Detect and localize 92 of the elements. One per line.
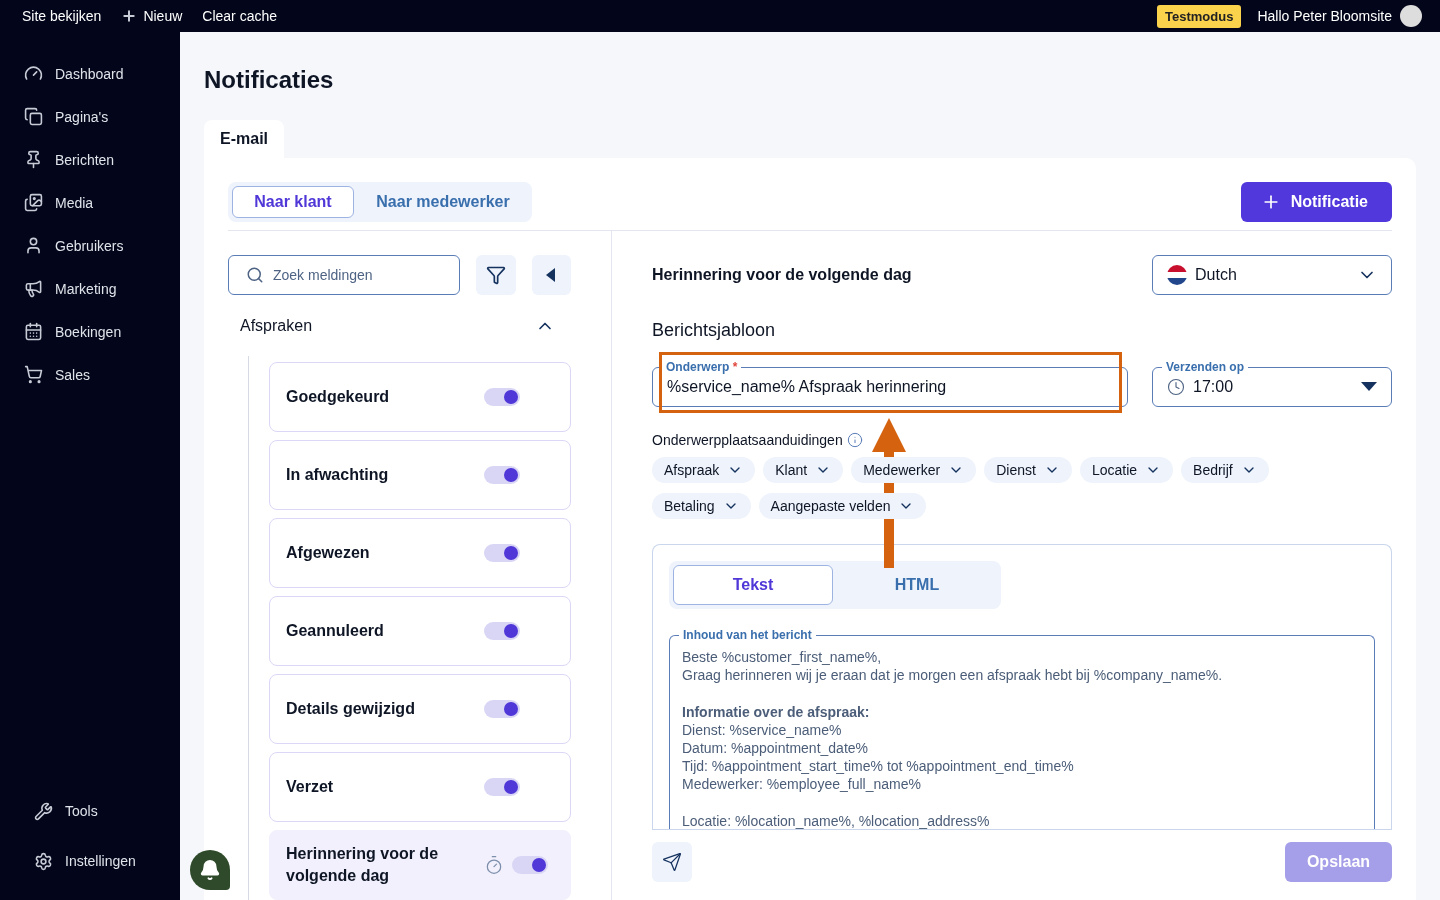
wrench-icon (34, 801, 53, 821)
recipient-tab[interactable]: Naar medewerker (358, 186, 528, 218)
notification-bell-button[interactable] (190, 850, 230, 890)
notification-item[interactable]: In afwachting (269, 440, 571, 510)
toggle-switch[interactable] (484, 700, 520, 718)
field-label: Onderwerp * (662, 360, 742, 374)
placeholder-dropdown[interactable]: Bedrijf (1181, 457, 1269, 483)
bell-icon (199, 859, 221, 881)
section-heading: Berichtsjabloon (652, 320, 777, 341)
notification-title: Herinnering voor de volgende dag (652, 266, 912, 284)
user-greeting[interactable]: Hallo Peter Bloomsite (1257, 8, 1392, 24)
topbar-link[interactable]: Clear cache (202, 8, 277, 24)
caret-left-icon (546, 268, 557, 282)
email-tab[interactable]: E-mail (204, 120, 284, 158)
notification-name: Goedgekeurd (286, 387, 391, 407)
notification-item[interactable]: Afgewezen (269, 518, 571, 588)
notification-name: In afwachting (286, 465, 390, 485)
body-text-line: Dienst: %service_name% (682, 720, 843, 739)
caret-down-icon (1361, 382, 1377, 392)
format-tab[interactable]: Tekst (673, 565, 833, 605)
toggle-switch[interactable] (484, 544, 520, 562)
placeholder-dropdown[interactable]: Aangepaste velden (758, 493, 927, 519)
toggle-switch[interactable] (484, 778, 520, 796)
notification-name: Geannuleerd (286, 621, 385, 641)
notification-name: Verzet (286, 777, 335, 797)
sidebar-item[interactable]: Tools (0, 786, 180, 836)
body-text-line: Beste %customer_first_name%, (682, 648, 883, 667)
notification-item[interactable]: Goedgekeurd (269, 362, 571, 432)
sidebar-item[interactable]: Marketing (0, 267, 180, 310)
toggle-switch[interactable] (484, 466, 520, 484)
body-text-line: Graag herinneren wij je eraan dat je morgen een afspraak hebt bij %company_name%. (682, 666, 1224, 685)
topbar-link[interactable]: Site bekijken (22, 8, 102, 24)
filter-button[interactable] (476, 255, 516, 295)
toggle-switch[interactable] (484, 388, 520, 406)
add-notification-button[interactable]: Notificatie (1240, 182, 1392, 222)
sidebar-item[interactable]: Sales (0, 353, 180, 396)
gauge-icon (24, 64, 43, 83)
sidebar-item[interactable]: Gebruikers (0, 224, 180, 267)
body-text-line: Informatie over de afspraak: (682, 702, 871, 721)
sidebar-item[interactable]: Boekingen (0, 310, 180, 353)
placeholder-dropdown[interactable]: Dienst (984, 457, 1072, 483)
language-select[interactable]: Dutch (1152, 255, 1392, 295)
field-label: Verzenden op (1162, 360, 1249, 374)
placeholder-dropdown[interactable]: Afspraak (652, 457, 756, 483)
pages-icon (24, 107, 43, 126)
send-test-button[interactable] (652, 842, 692, 882)
toggle-switch[interactable] (512, 856, 548, 874)
clock-icon (1167, 378, 1185, 396)
info-icon[interactable] (846, 432, 863, 448)
search-icon (246, 266, 264, 284)
toggle-switch[interactable] (484, 622, 520, 640)
page-title: Notificaties (204, 66, 335, 94)
flag-icon (1167, 265, 1187, 285)
user-icon (24, 236, 43, 255)
notification-item[interactable]: Details gewijzigd (269, 674, 571, 744)
test-mode-badge: Testmodus (1157, 4, 1242, 28)
body-text-line: Tijd: %appointment_start_time% tot %appointment_end_time% (682, 757, 1075, 776)
settings-icon (34, 851, 53, 871)
notification-item[interactable]: Verzet (269, 752, 571, 822)
recipient-tab[interactable]: Naar klant (232, 186, 354, 218)
body-text-line: Datum: %appointment_date% (682, 739, 869, 758)
sidebar-item[interactable]: Media (0, 181, 180, 224)
media-icon (24, 193, 43, 212)
sidebar-item[interactable]: Berichten (0, 138, 180, 181)
placeholder-dropdown[interactable]: Betaling (652, 493, 751, 519)
collapse-button[interactable] (531, 255, 571, 295)
notification-item[interactable]: Herinnering voor de volgende dag (269, 830, 571, 900)
search-field[interactable]: Zoek meldingen (228, 255, 460, 295)
notification-name: Herinnering voor de volgende dag (286, 844, 440, 886)
cart-icon (24, 365, 43, 384)
sidebar-item[interactable]: Pagina's (0, 95, 180, 138)
topbar-link[interactable]: Nieuw (121, 8, 183, 24)
body-text-line: Medewerker: %employee_full_name% (682, 775, 922, 794)
body-text-line: Locatie: %location_name%, %location_address% (682, 811, 991, 829)
avatar[interactable] (1400, 5, 1422, 27)
format-tab[interactable]: HTML (837, 565, 997, 605)
sidebar-item[interactable]: Instellingen (0, 836, 180, 886)
field-label: Inhoud van het bericht (679, 628, 816, 642)
sidebar-item[interactable]: Dashboard (0, 52, 180, 95)
filter-icon (485, 265, 506, 285)
placeholder-dropdown[interactable]: Klant (763, 457, 844, 483)
notification-name: Details gewijzigd (286, 699, 416, 719)
notification-name: Afgewezen (286, 543, 371, 563)
send-icon (662, 852, 682, 872)
pin-icon (24, 150, 43, 169)
placeholders-label: Onderwerpplaatsaanduidingen (652, 432, 843, 448)
group-header[interactable]: Afspraken (228, 295, 571, 356)
placeholder-dropdown[interactable]: Medewerker (851, 457, 977, 483)
notification-item[interactable]: Geannuleerd (269, 596, 571, 666)
calendar-icon (24, 322, 43, 341)
megaphone-icon (24, 279, 43, 298)
placeholder-dropdown[interactable]: Locatie (1079, 457, 1174, 483)
